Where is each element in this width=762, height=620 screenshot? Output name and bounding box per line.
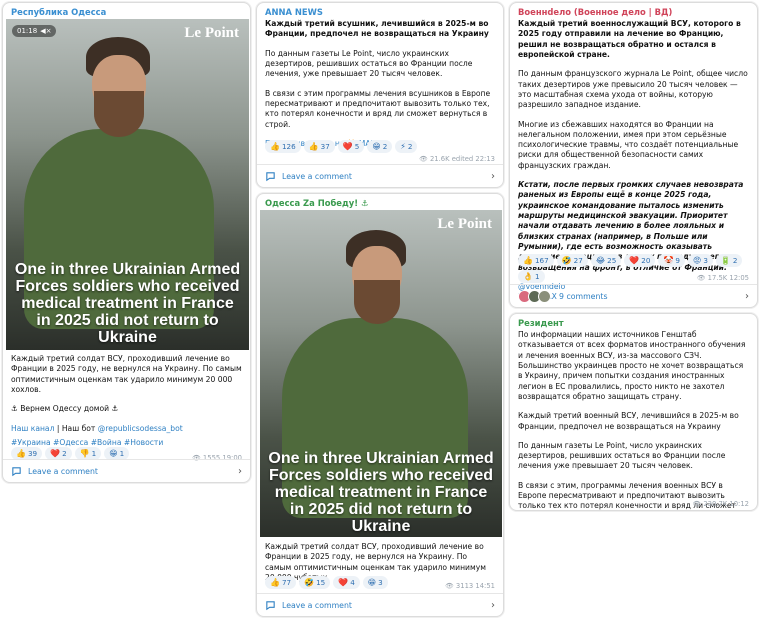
post-slogan: ⚓ Вернем Одессу домой ⚓ [11, 404, 119, 414]
comments-count-label: 9 comments [559, 291, 608, 301]
views-count: 230.7K [703, 500, 728, 508]
reaction-pill[interactable]: ❤️ 20 [624, 254, 656, 267]
reaction-pill[interactable]: 👌 1 [518, 270, 545, 283]
leave-comment-button[interactable]: Leave a comment › [257, 593, 503, 616]
leave-comment-button[interactable]: Leave a comment › [257, 164, 503, 187]
video-duration-badge: 01:18 ◀× [12, 25, 57, 37]
channel-name[interactable]: Резидент [510, 314, 757, 330]
post-paragraph: По информации наших источников Генштаб о… [518, 330, 746, 401]
post-time: edited 22:13 [451, 155, 495, 163]
video-figure-beard [354, 280, 400, 324]
post-paragraph: В связи с этим программы лечения всушник… [265, 88, 491, 129]
video-player[interactable]: 01:18 ◀× Le Point One in three Ukrainian… [6, 19, 249, 350]
post-text: По информации наших источников Генштаб о… [510, 330, 757, 510]
comment-icon [266, 600, 275, 610]
post-time: 10:12 [729, 500, 749, 508]
chevron-right-icon: › [491, 599, 495, 611]
channel-name[interactable]: Республика Одесса [3, 3, 250, 19]
reaction-pill[interactable]: ❤️ 5 [337, 140, 365, 153]
reaction-pill[interactable]: 🔋 2 [715, 254, 743, 267]
reaction-pill[interactable]: 👍 77 [265, 576, 297, 589]
reaction-pill[interactable]: 😁 3 [362, 576, 388, 589]
reaction-pill[interactable]: ⚡ 2 [395, 140, 418, 153]
post-paragraph: Каждый третий военный ВСУ, лечившийся в … [518, 411, 739, 431]
channel-name[interactable]: Одесса Za Победу! ⚓ [257, 194, 503, 210]
channel-name[interactable]: ANNA NEWS [257, 3, 503, 19]
post-card-rezident: Резидент По информации наших источников … [509, 313, 758, 511]
channel-link[interactable]: Наш канал [11, 424, 54, 433]
post-meta: 👁 230.7K 10:12 [693, 500, 750, 508]
comment-label: Leave a comment [282, 171, 352, 181]
views-count: 3113 [455, 582, 474, 590]
reaction-pill[interactable]: 🤡 9 [658, 254, 685, 267]
chevron-right-icon: › [491, 170, 495, 182]
channel-name[interactable]: Военнdело (Военное дело | ВД) [510, 3, 757, 19]
post-time: 14:51 [475, 582, 495, 590]
reaction-pill[interactable]: 👍 37 [303, 140, 335, 153]
reaction-pill[interactable]: ❤️ 4 [333, 576, 360, 589]
reaction-pill[interactable]: 🤣 15 [299, 576, 331, 589]
reaction-pill[interactable]: 👍 126 [265, 140, 301, 153]
video-caption: One in three Ukrainian Armed Forces sold… [268, 451, 494, 535]
leave-comment-button[interactable]: Leave a comment › [3, 459, 250, 482]
avatar [538, 289, 551, 303]
video-player[interactable]: Le Point One in three Ukrainian Armed Fo… [260, 210, 502, 537]
mute-icon[interactable]: ◀× [40, 27, 51, 35]
post-meta: 👁 21.6K edited 22:13 [419, 155, 495, 163]
commenter-avatars [518, 289, 551, 303]
reaction-pill[interactable]: 😡 3 [688, 254, 713, 267]
post-meta: 👁 17.5K 12:05 [697, 274, 749, 282]
chevron-right-icon: › [745, 290, 749, 302]
post-links: Наш канал | Наш бот @republicsodessa_bot [11, 424, 242, 434]
post-title: Каждый третий военнослужащий ВСУ, которо… [518, 19, 741, 59]
post-title: Каждый третий всушник, лечившийся в 2025… [265, 19, 489, 39]
post-paragraph: Каждый третий солдат ВСУ, проходивший ле… [11, 354, 242, 394]
video-figure-beard [94, 91, 144, 137]
post-card-voennoe-delo: Военнdело (Военное дело | ВД) Каждый тре… [509, 2, 758, 308]
video-caption: One in three Ukrainian Armed Forces sold… [14, 262, 241, 346]
eye-icon: 👁 [696, 274, 706, 282]
duration-text: 01:18 [17, 27, 38, 35]
bot-link[interactable]: @republicsodessa_bot [98, 424, 183, 433]
eye-icon: 👁 [445, 582, 454, 590]
links-separator: | Наш бот [54, 423, 98, 433]
reaction-pill[interactable]: 🤣 27 [556, 254, 588, 267]
post-text: Каждый третий всушник, лечившийся в 2025… [257, 19, 503, 149]
post-paragraph: Многие из сбежавших находятся во Франции… [518, 119, 739, 170]
views-count: 17.5K [707, 274, 728, 282]
eye-icon: 👁 [692, 500, 702, 508]
post-text: Каждый третий солдат ВСУ, проходивший ле… [3, 354, 250, 451]
video-brand-logo: Le Point [437, 216, 492, 232]
post-time: 12:05 [729, 274, 749, 282]
post-card-anna-news: ANNA NEWS Каждый третий всушник, лечивши… [256, 2, 504, 188]
post-paragraph: По данным газеты Le Point, число украинс… [518, 440, 726, 471]
reaction-pill[interactable]: 😂 25 [590, 254, 622, 267]
post-card-republic-odessa: Республика Одесса 01:18 ◀× Le Point One … [2, 2, 251, 483]
views-count: 21.6K [429, 155, 450, 163]
post-paragraph: По данным газеты Le Point, число украинс… [265, 48, 473, 79]
eye-icon: 👁 [419, 155, 428, 163]
reactions-row: 👍 126 👍 37 ❤️ 5 😁 2 ⚡ 2 [257, 140, 425, 153]
comment-icon [12, 466, 21, 476]
reactions-row: 👍 77 🤣 15 ❤️ 4 😁 3 [257, 576, 396, 589]
comments-button[interactable]: 9 comments › [510, 284, 757, 307]
reaction-pill[interactable]: 😁 2 [367, 140, 393, 153]
reaction-pill[interactable]: 👍 167 [518, 254, 554, 267]
post-meta: 👁 3113 14:51 [445, 582, 495, 590]
post-paragraph: По данным французского журнала Le Point,… [518, 69, 748, 110]
video-brand-logo: Le Point [184, 25, 239, 41]
comment-label: Leave a comment [28, 466, 98, 476]
comment-icon [266, 171, 275, 181]
chevron-right-icon: › [238, 465, 242, 477]
post-card-odessa-za-pobedu: Одесса Za Победу! ⚓ Le Point One in thre… [256, 193, 504, 617]
comment-label: Leave a comment [282, 600, 352, 610]
